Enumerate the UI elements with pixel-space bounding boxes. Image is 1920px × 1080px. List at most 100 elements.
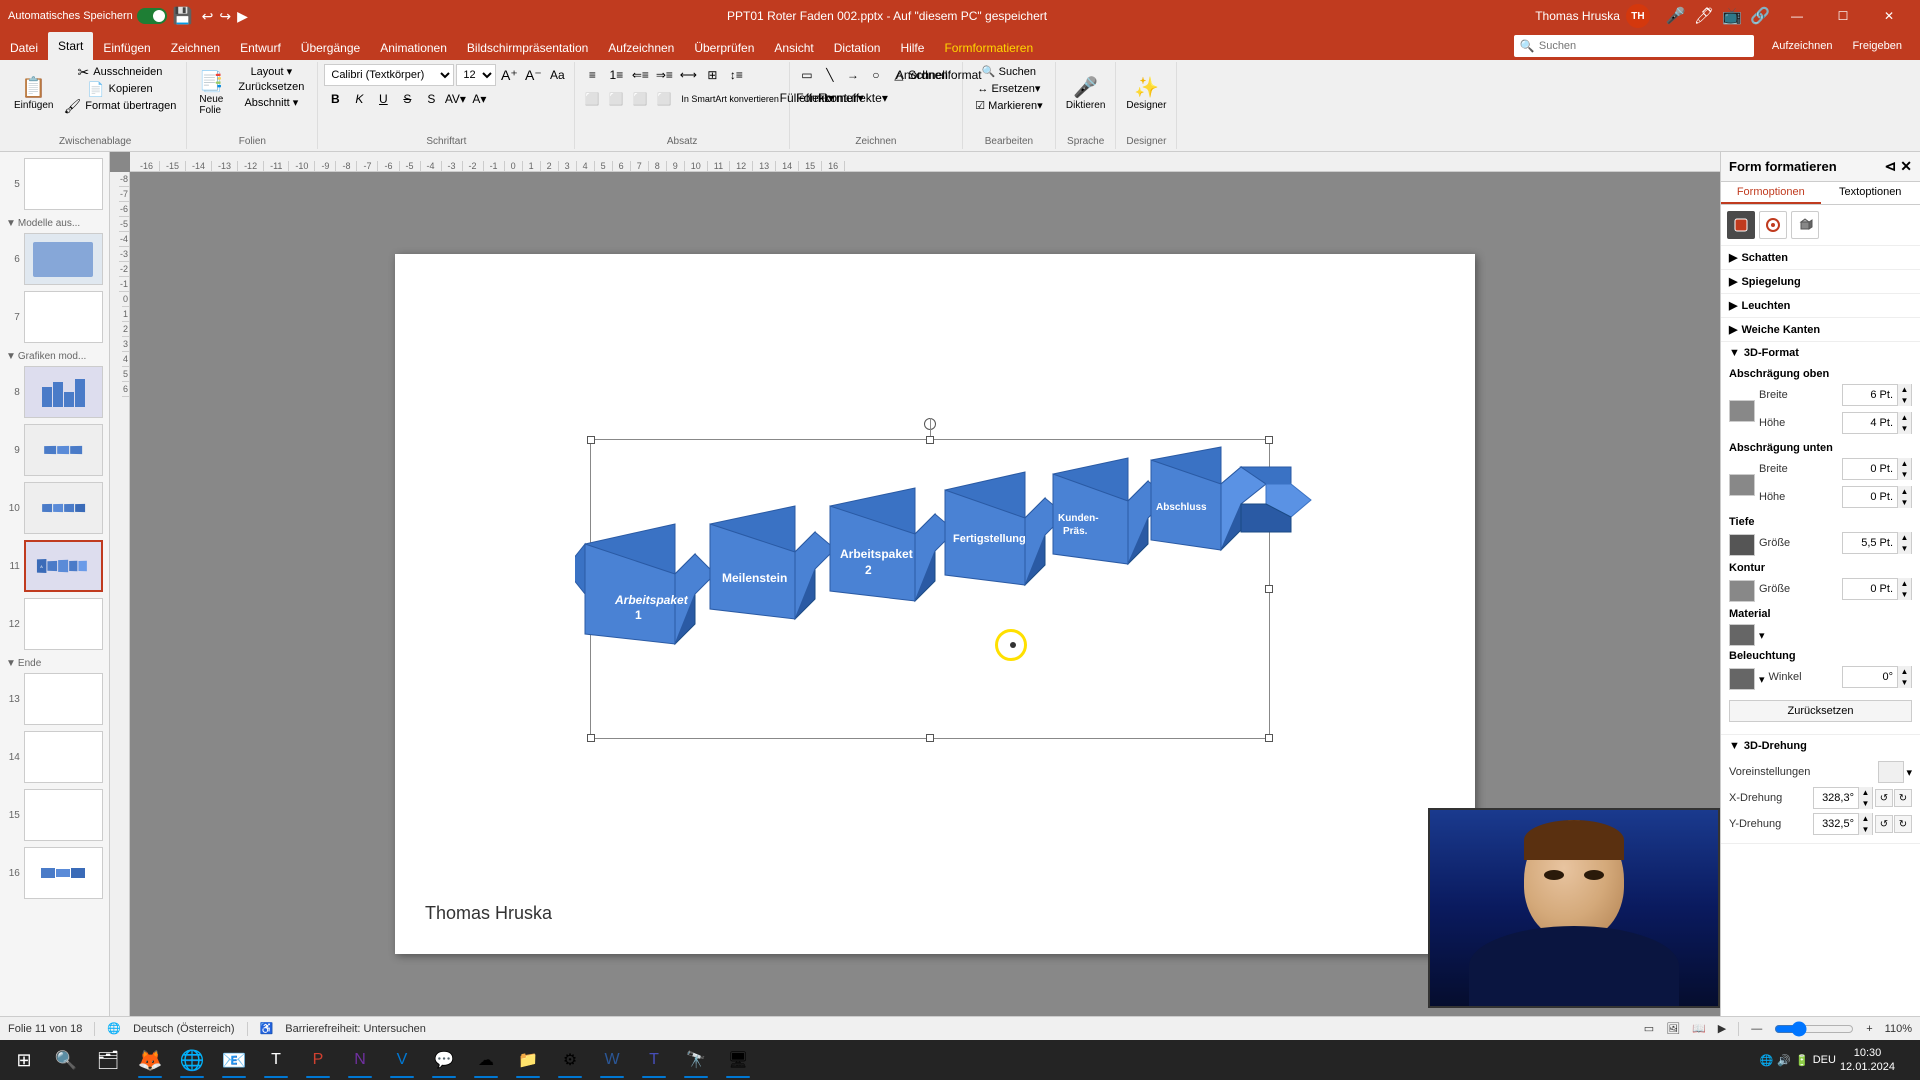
mic-icon[interactable]: 🎤 (1666, 6, 1686, 26)
zuruecksetzen-button[interactable]: Zurücksetzen (231, 80, 311, 94)
bold-button[interactable]: B (324, 88, 346, 110)
present-icon[interactable]: ▶ (237, 8, 248, 25)
schnellformat-button[interactable]: Schnellformat (934, 64, 956, 86)
taskbar-chrome[interactable]: 🌐 (172, 1040, 212, 1080)
x-drehung-up-button[interactable]: ▲ (1858, 787, 1872, 798)
tab-animationen[interactable]: Animationen (370, 36, 457, 60)
tiefe-spinbox[interactable]: 5,5 Pt. ▲ ▼ (1842, 532, 1912, 554)
save-icon[interactable]: 💾 (173, 6, 193, 26)
maximize-button[interactable]: ☐ (1820, 0, 1866, 32)
font-family-select[interactable]: Calibri (Textkörper) (324, 64, 454, 86)
tab-bildschirm[interactable]: Bildschirmpräsentation (457, 36, 598, 60)
x-rotate-left-button[interactable]: ↺ (1875, 789, 1893, 807)
align-left-button[interactable]: ⬜ (581, 88, 603, 110)
abschnitt-button[interactable]: Abschnitt ▾ (231, 95, 311, 110)
beleuchtung-icon-button[interactable] (1729, 668, 1755, 690)
text-direction-button[interactable]: ⟷ (677, 64, 699, 86)
taskbar-word[interactable]: W (592, 1040, 632, 1080)
underline-button[interactable]: U (372, 88, 394, 110)
smartart-button[interactable]: In SmartArt konvertieren (677, 88, 783, 110)
shape-arrow-button[interactable]: → (842, 64, 864, 86)
slide-thumb-9[interactable] (24, 424, 103, 476)
tab-dictation[interactable]: Dictation (824, 36, 891, 60)
taskbar-skype[interactable]: 💬 (424, 1040, 464, 1080)
numbered-list-button[interactable]: 1≡ (605, 64, 627, 86)
abschraegungoben-breite-spinbox[interactable]: 6 Pt. ▲ ▼ (1842, 384, 1912, 406)
x-drehung-down-button[interactable]: ▼ (1858, 798, 1872, 809)
abschraegununten-breite-spinbox[interactable]: 0 Pt. ▲ ▼ (1842, 458, 1912, 480)
winkel-spinbox[interactable]: 0° ▲ ▼ (1842, 666, 1912, 688)
slide-thumb-7[interactable] (24, 291, 103, 343)
suchen-button[interactable]: 🔍 Suchen (969, 64, 1049, 79)
slide-item-8[interactable]: 8 (4, 364, 105, 420)
x-drehung-spinbox[interactable]: 328,3° ▲ ▼ (1813, 787, 1873, 809)
aufzeichnen-button[interactable]: Aufzeichnen (1762, 38, 1843, 54)
y-rotate-right-button[interactable]: ↻ (1894, 815, 1912, 833)
breite-unten-down-button[interactable]: ▼ (1897, 469, 1911, 480)
hoehe-oben-up-button[interactable]: ▲ (1897, 412, 1911, 423)
line-spacing-button[interactable]: ↕≡ (725, 64, 747, 86)
zuruecksetzen-3d-button[interactable]: Zurücksetzen (1729, 700, 1912, 722)
justify-button[interactable]: ⬜ (653, 88, 675, 110)
slide-thumb-10[interactable] (24, 482, 103, 534)
autosave-toggle[interactable] (137, 8, 167, 24)
taskbar-screen[interactable]: 🖥 (718, 1040, 758, 1080)
tab-datei[interactable]: Datei (0, 36, 48, 60)
taskbar-teams2[interactable]: T (634, 1040, 674, 1080)
columns-button[interactable]: ⊞ (701, 64, 723, 86)
indent-less-button[interactable]: ⇐≡ (629, 64, 651, 86)
slides-panel[interactable]: 5 ▼Modelle aus... 6 7 ▼Grafiken mod... 8 (0, 152, 110, 1016)
char-spacing-button[interactable]: AV▾ (444, 88, 466, 110)
taskbar-teams[interactable]: T (256, 1040, 296, 1080)
slide-item-13[interactable]: 13 (4, 671, 105, 727)
slide-thumb-13[interactable] (24, 673, 103, 725)
slide-item-11[interactable]: 11 A (4, 538, 105, 594)
panel-close-button[interactable]: ✕ (1900, 158, 1912, 175)
weiche-kanten-header[interactable]: ▶ Weiche Kanten (1721, 318, 1920, 341)
abschraegununten-color-button[interactable] (1729, 474, 1755, 496)
font-decrease-button[interactable]: A⁻ (522, 64, 544, 86)
slide-item-5[interactable]: 5 (4, 156, 105, 212)
rotate-handle[interactable] (924, 418, 936, 430)
search-box[interactable]: 🔍 (1514, 35, 1754, 57)
abschraegungoben-color-button[interactable] (1729, 400, 1755, 422)
tab-ueberpruefen[interactable]: Überprüfen (684, 36, 764, 60)
tab-entwurf[interactable]: Entwurf (230, 36, 291, 60)
ersetzen-button[interactable]: ↔ Ersetzen▾ (969, 81, 1049, 96)
diktieren-button[interactable]: 🎤 Diktieren (1062, 64, 1109, 124)
user-avatar[interactable]: TH (1626, 4, 1650, 28)
italic-button[interactable]: K (348, 88, 370, 110)
search-taskbar-button[interactable]: 🔍 (46, 1040, 86, 1080)
voreinstellungen-button[interactable] (1878, 761, 1904, 783)
abschraegungoben-hoehe-spinbox[interactable]: 4 Pt. ▲ ▼ (1842, 412, 1912, 434)
font-color-button[interactable]: A▾ (468, 88, 490, 110)
3d-format-header[interactable]: ▼ 3D-Format (1721, 342, 1920, 364)
taskbar-explorer[interactable]: 📁 (508, 1040, 548, 1080)
layout-button[interactable]: Layout ▾ (231, 64, 311, 79)
slide-thumb-12[interactable] (24, 598, 103, 650)
view-normal-button[interactable]: ▭ (1644, 1022, 1654, 1035)
taskbar-zoom[interactable]: 🔭 (676, 1040, 716, 1080)
slide-item-6[interactable]: 6 (4, 231, 105, 287)
zoom-out-button[interactable]: — (1751, 1023, 1762, 1035)
designer-button[interactable]: ✨ Designer (1122, 64, 1170, 124)
slide-thumb-11[interactable]: A (24, 540, 103, 592)
taskbar-powerpoint[interactable]: P (298, 1040, 338, 1080)
y-rotate-left-button[interactable]: ↺ (1875, 815, 1893, 833)
schatten-header[interactable]: ▶ Schatten (1721, 246, 1920, 269)
close-button[interactable]: ✕ (1866, 0, 1912, 32)
view-presenter-button[interactable]: ▶ (1718, 1022, 1726, 1035)
canvas-area[interactable]: -16 -15 -14 -13 -12 -11 -10 -9 -8 -7 -6 … (110, 152, 1720, 1016)
start-button[interactable]: ⊞ (4, 1040, 44, 1080)
hoehe-unten-up-button[interactable]: ▲ (1897, 486, 1911, 497)
taskbar-battery-icon[interactable]: 🔋 (1795, 1054, 1809, 1067)
clear-format-button[interactable]: Aa (546, 64, 568, 86)
panel-icon-fill[interactable] (1727, 211, 1755, 239)
y-drehung-down-button[interactable]: ▼ (1858, 824, 1872, 835)
markieren-button[interactable]: ☑ Markieren▾ (969, 98, 1049, 113)
zoom-in-button[interactable]: + (1866, 1023, 1872, 1035)
slide-item-7[interactable]: 7 (4, 289, 105, 345)
slide-thumb-6[interactable] (24, 233, 103, 285)
tab-uebergaenge[interactable]: Übergänge (291, 36, 370, 60)
panel-icon-effect[interactable] (1759, 211, 1787, 239)
